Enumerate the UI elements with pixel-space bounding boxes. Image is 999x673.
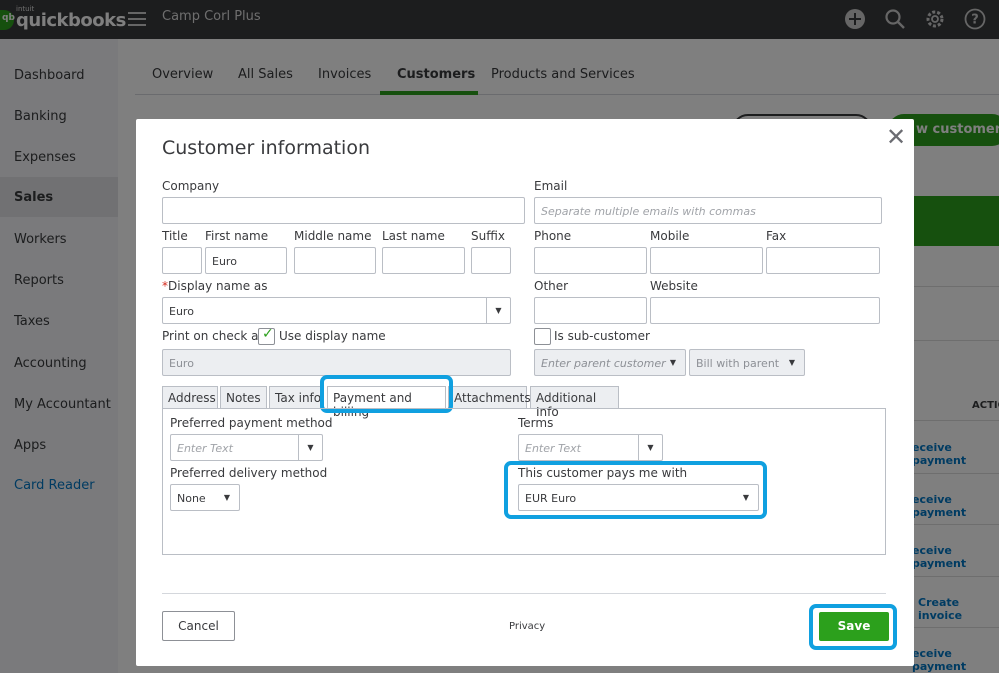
pref-delivery-dropdown[interactable]: None ▼	[170, 484, 240, 511]
sub-customer-label: Is sub-customer	[554, 329, 650, 343]
phone-field[interactable]	[534, 247, 647, 274]
tab-notes[interactable]: Notes	[220, 386, 267, 408]
parent-customer-placeholder: Enter parent customer	[541, 357, 666, 370]
chevron-down-icon[interactable]: ▼	[215, 485, 239, 510]
terms-label: Terms	[518, 416, 554, 430]
first-name-label: First name	[205, 229, 269, 243]
display-name-value: Euro	[169, 305, 194, 318]
chevron-down-icon[interactable]: ▼	[638, 435, 662, 460]
close-icon[interactable]: ✕	[886, 123, 906, 151]
terms-placeholder: Enter Text	[525, 442, 581, 455]
chevron-down-icon[interactable]: ▼	[486, 298, 510, 323]
bill-with-parent-value: Bill with parent	[696, 357, 780, 370]
tab-additional-info[interactable]: Additional Info	[530, 386, 619, 419]
display-name-label-text: Display name as	[168, 279, 268, 293]
print-on-check-field: Euro	[162, 349, 511, 376]
suffix-field[interactable]	[471, 247, 511, 274]
other-label: Other	[534, 279, 569, 293]
print-on-check-label: Print on check as	[162, 329, 265, 343]
display-name-label: *Display name as	[162, 279, 268, 293]
title-field[interactable]	[162, 247, 202, 274]
website-field[interactable]	[650, 297, 880, 324]
middle-name-field[interactable]	[294, 247, 376, 274]
suffix-label: Suffix	[471, 229, 505, 243]
pref-payment-label: Preferred payment method	[170, 416, 333, 430]
fax-field[interactable]	[766, 247, 880, 274]
email-label: Email	[534, 179, 568, 193]
sub-customer-checkbox[interactable]	[534, 328, 551, 345]
pref-delivery-value: None	[177, 492, 206, 505]
last-name-label: Last name	[382, 229, 445, 243]
cancel-button[interactable]: Cancel	[162, 611, 235, 641]
mobile-label: Mobile	[650, 229, 690, 243]
privacy-link[interactable]: Privacy	[509, 621, 545, 632]
tab-attachments[interactable]: Attachments	[448, 386, 531, 408]
fax-label: Fax	[766, 229, 787, 243]
email-field[interactable]: Separate multiple emails with commas	[534, 197, 882, 224]
chevron-down-icon: ▼	[788, 358, 796, 367]
website-label: Website	[650, 279, 698, 293]
last-name-field[interactable]	[382, 247, 465, 274]
use-display-name-checkbox[interactable]: ✓	[258, 326, 275, 345]
checkmark-icon: ✓	[262, 326, 274, 342]
pref-delivery-label: Preferred delivery method	[170, 466, 328, 480]
save-highlight	[809, 604, 897, 650]
chevron-down-icon[interactable]: ▼	[298, 435, 322, 460]
bill-with-parent-dropdown: Bill with parent ▼	[689, 349, 805, 376]
title-label: Title	[162, 229, 188, 243]
currency-highlight	[504, 461, 767, 519]
parent-customer-dropdown: Enter parent customer ▼	[534, 349, 686, 376]
tab-tax-info[interactable]: Tax info	[269, 386, 321, 408]
chevron-down-icon: ▼	[669, 358, 677, 367]
use-display-name-label: Use display name	[279, 329, 386, 343]
dialog-title: Customer information	[162, 137, 370, 159]
pref-payment-placeholder: Enter Text	[177, 442, 233, 455]
customer-information-dialog: ✕ Customer information Company Email Sep…	[136, 119, 914, 666]
mobile-field[interactable]	[650, 247, 763, 274]
company-field[interactable]	[162, 197, 525, 224]
display-name-dropdown[interactable]: Euro ▼	[162, 297, 511, 324]
phone-label: Phone	[534, 229, 572, 243]
company-label: Company	[162, 179, 220, 193]
other-field[interactable]	[534, 297, 647, 324]
tab-address[interactable]: Address	[162, 386, 218, 408]
footer-divider	[162, 593, 886, 594]
first-name-field[interactable]: Euro	[205, 247, 287, 274]
middle-name-label: Middle name	[294, 229, 372, 243]
pref-payment-dropdown[interactable]: Enter Text ▼	[170, 434, 323, 461]
terms-dropdown[interactable]: Enter Text ▼	[518, 434, 663, 461]
